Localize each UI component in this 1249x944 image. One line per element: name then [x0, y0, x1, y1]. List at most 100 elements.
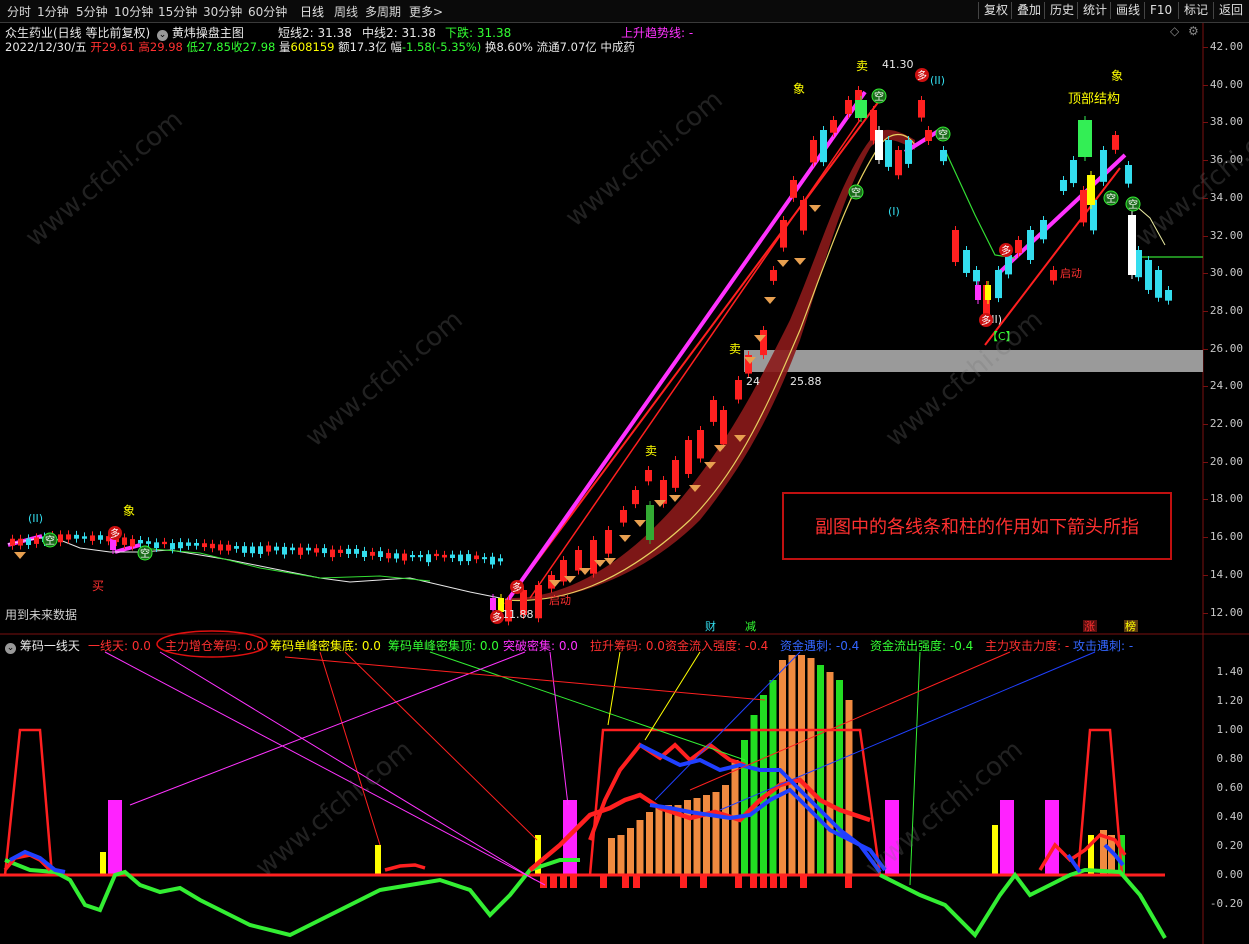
tab-10min[interactable]: 10分钟: [114, 3, 153, 20]
empty-marker: [936, 127, 950, 141]
price-axis-label: 42.00: [1210, 40, 1243, 53]
wave-label-left: (II): [28, 512, 43, 525]
sub-indicator-value: 主力增仓筹码: 0.0: [165, 637, 264, 654]
price-axis-label: 14.00: [1210, 568, 1243, 581]
tab-more[interactable]: 更多>: [409, 3, 443, 20]
sub-indicator-value: 主力攻击力度: -: [985, 637, 1069, 654]
tab-timeshare[interactable]: 分时: [7, 3, 31, 20]
annotation-text: 副图中的各线条和柱的作用如下箭头所指: [815, 513, 1139, 539]
zone-label-right: 25.88: [790, 375, 822, 388]
price-axis-label: 34.00: [1210, 191, 1243, 204]
sub-indicator-value: 突破密集: 0.0: [503, 637, 578, 654]
stats-button[interactable]: 统计: [1077, 2, 1112, 19]
settings-icon[interactable]: ⚙: [1188, 24, 1199, 38]
like-marker-1: 象: [123, 504, 135, 518]
sub-indicator-selector[interactable]: ⌄ 筹码一线天: [5, 637, 80, 654]
price-axis-label: 16.00: [1210, 530, 1243, 543]
peak-label: 41.30: [882, 58, 914, 71]
restore-rights-button[interactable]: 复权: [978, 2, 1013, 19]
sub-indicator-value: 资金遇刺: -0.4: [780, 637, 859, 654]
empty-marker-label: 空: [874, 90, 884, 103]
sub-axis-label: 0.80: [1217, 752, 1244, 765]
tab-15min[interactable]: 15分钟: [158, 3, 197, 20]
many-marker: [979, 313, 993, 327]
empty-marker-label: 空: [851, 186, 861, 199]
many-marker-label: 多: [1001, 244, 1011, 257]
many-marker-label: 多: [512, 581, 522, 594]
price-axis-label: 24.00: [1210, 379, 1243, 392]
sell-marker-2: 卖: [729, 342, 741, 356]
sub-indicator-value: 资金流出强度: -0.4: [870, 637, 973, 654]
price-axis-label: 20.00: [1210, 455, 1243, 468]
tab-weekly[interactable]: 周线: [334, 3, 358, 20]
draw-line-button[interactable]: 画线: [1110, 2, 1145, 19]
empty-marker: [1104, 191, 1118, 205]
sub-indicator-name: 筹码一线天: [20, 639, 80, 653]
empty-marker: [43, 533, 57, 547]
empty-marker: [872, 89, 886, 103]
tab-60min[interactable]: 60分钟: [248, 3, 287, 20]
sub-indicator-value: 筹码单峰密集顶: 0.0: [388, 637, 499, 654]
tab-30min[interactable]: 30分钟: [203, 3, 242, 20]
sell-marker-3: 卖: [856, 59, 868, 73]
many-marker: [999, 243, 1013, 257]
price-axis-label: 30.00: [1210, 266, 1243, 279]
overlay-button[interactable]: 叠加: [1011, 2, 1046, 19]
wave-label-top: (II): [930, 74, 945, 87]
price-axis-label: 18.00: [1210, 492, 1243, 505]
sub-axis-label: 0.00: [1217, 868, 1244, 881]
cai-badge: 财: [705, 619, 716, 633]
main-price-chart[interactable]: 41.30 24 25.88 11.88 顶部结构 用到未来数据 (II) (I…: [0, 0, 1249, 944]
empty-marker-label: 空: [1128, 198, 1138, 211]
like-marker-3: 象: [1111, 69, 1123, 83]
sub-axis-label: 1.00: [1217, 723, 1244, 736]
sub-axis-label: 1.20: [1217, 694, 1244, 707]
price-axis-label: 40.00: [1210, 78, 1243, 91]
many-marker: [108, 526, 122, 540]
zhang-badge: 涨: [1084, 620, 1095, 633]
sub-axis-label: 0.60: [1217, 781, 1244, 794]
many-marker-label: 多: [917, 69, 927, 82]
watermark: www.cfchi.com: [250, 735, 419, 883]
many-marker-label: 多: [492, 611, 502, 624]
many-marker-label: 多: [981, 314, 991, 327]
sub-axis-label: 0.20: [1217, 839, 1244, 852]
empty-marker-label: 空: [1106, 192, 1116, 205]
tab-5min[interactable]: 5分钟: [76, 3, 108, 20]
watermark: www.cfchi.com: [20, 105, 189, 253]
tab-multi-period[interactable]: 多周期: [365, 3, 401, 20]
wave-label-low: (II): [987, 313, 1002, 326]
start-marker-2: 启动: [1060, 267, 1082, 280]
back-button[interactable]: 返回: [1213, 2, 1248, 19]
watermark: www.cfchi.com: [860, 735, 1029, 883]
annotation-box: 副图中的各线条和柱的作用如下箭头所指: [782, 492, 1172, 560]
empty-marker-label: 空: [45, 534, 55, 547]
diamond-icon[interactable]: ◇: [1170, 24, 1179, 38]
sub-indicator-value: 一线天: 0.0: [88, 637, 151, 654]
price-axis-label: 28.00: [1210, 304, 1243, 317]
history-button[interactable]: 历史: [1044, 2, 1079, 19]
empty-marker: [849, 185, 863, 199]
chevron-down-icon: ⌄: [5, 643, 16, 654]
price-axis-label: 38.00: [1210, 115, 1243, 128]
period-toolbar: 分时 1分钟 5分钟 10分钟 15分钟 30分钟 60分钟 日线 周线 多周期…: [0, 0, 1249, 23]
f10-button[interactable]: F10: [1144, 2, 1177, 19]
tab-daily[interactable]: 日线: [300, 3, 324, 20]
start-marker-1: 启动: [549, 594, 571, 607]
empty-marker: [138, 546, 152, 560]
quote-line: 2022/12/30/五 开29.61 高29.98 低27.85收27.98 …: [5, 39, 635, 55]
like-marker-2: 象: [793, 82, 805, 96]
zone-label-left: 24: [746, 375, 760, 388]
buy-marker: 买: [92, 579, 104, 593]
price-axis-label: 32.00: [1210, 229, 1243, 242]
mark-button[interactable]: 标记: [1178, 2, 1213, 19]
empty-marker-label: 空: [140, 547, 150, 560]
low-label: 11.88: [502, 608, 534, 621]
sub-indicator-chart[interactable]: [0, 0, 1249, 944]
many-marker-label: 多: [110, 527, 120, 540]
sub-indicator-value: 攻击遇刺: -: [1073, 637, 1133, 654]
tab-1min[interactable]: 1分钟: [37, 3, 69, 20]
sub-indicator-value: 拉升筹码: 0.0: [590, 637, 665, 654]
sub-axis-label: 0.40: [1217, 810, 1244, 823]
sub-indicator-value: 资金流入强度: -0.4: [665, 637, 768, 654]
